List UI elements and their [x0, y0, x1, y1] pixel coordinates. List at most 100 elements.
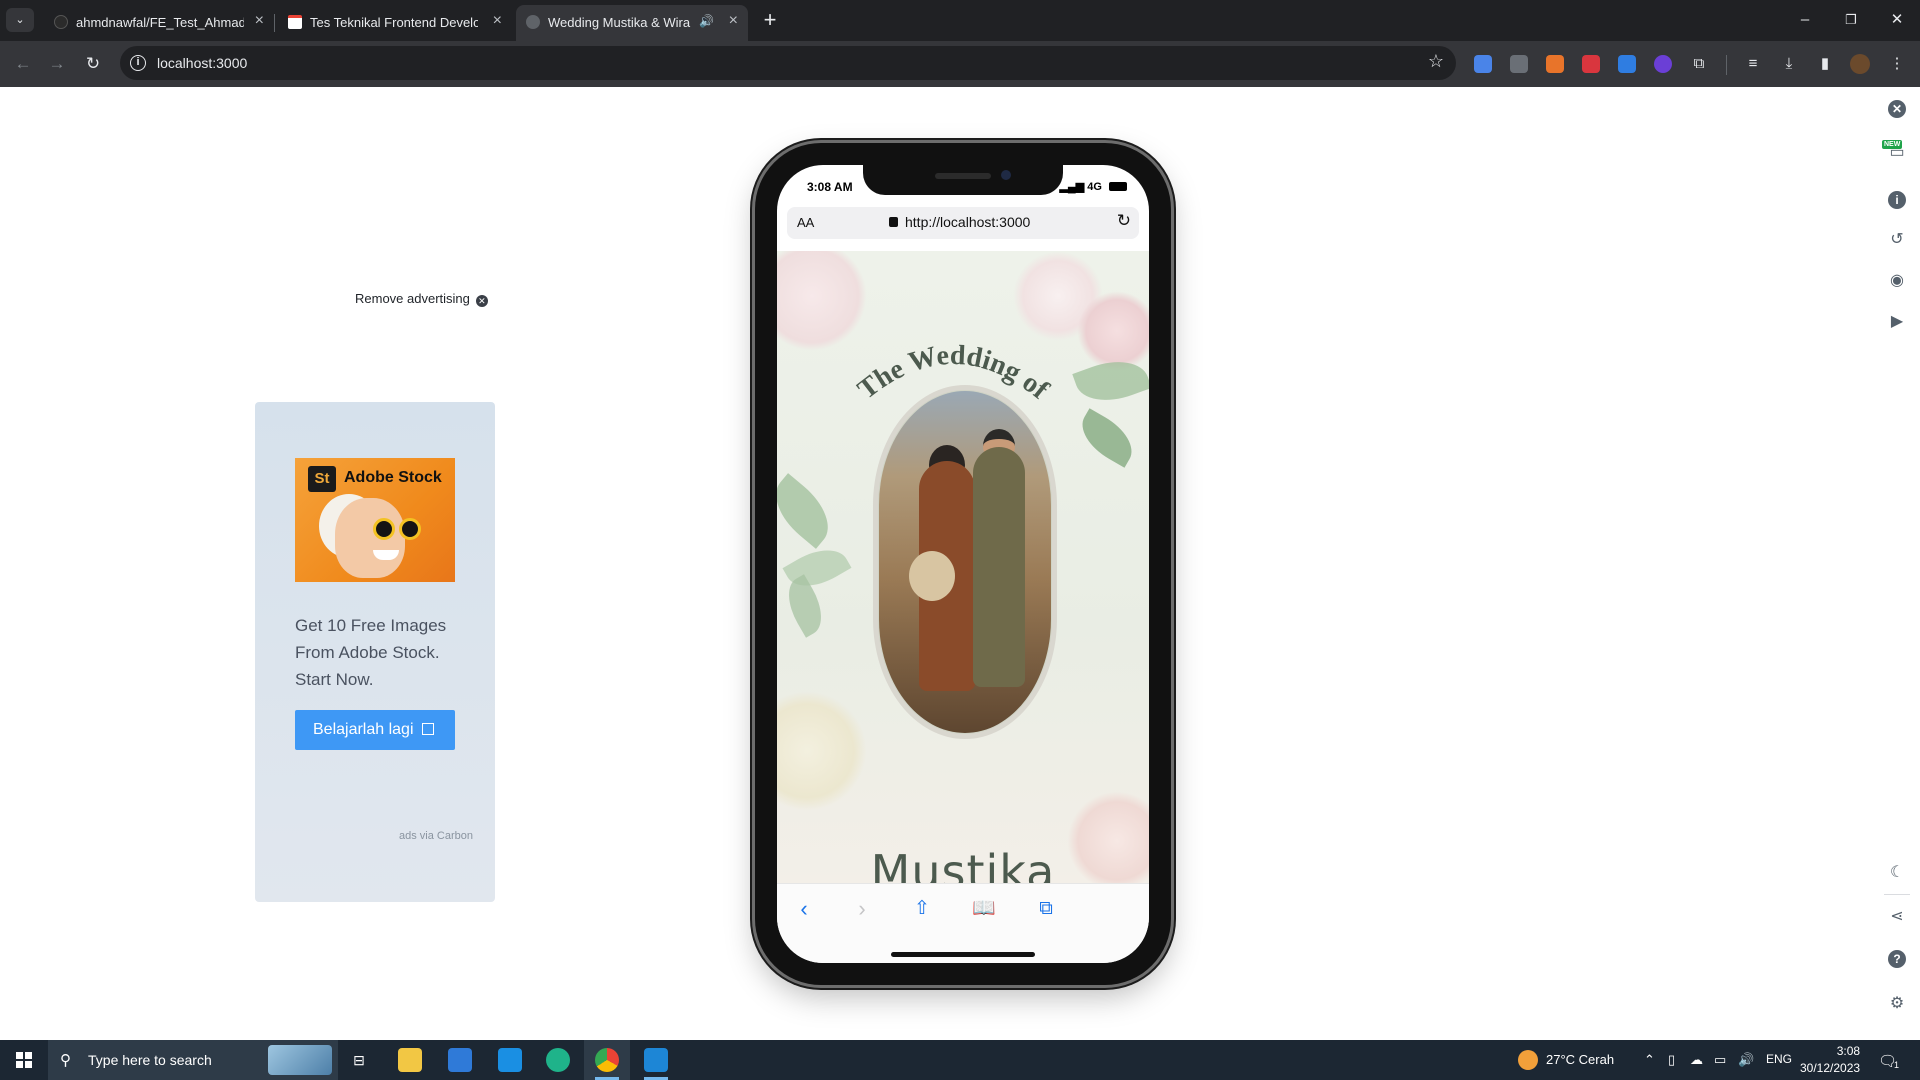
remove-advertising-label[interactable]: Remove advertising — [355, 291, 470, 306]
share-icon[interactable]: ⇧ — [907, 894, 937, 924]
video-record-icon[interactable]: ▶ — [1886, 311, 1908, 333]
flower-decoration — [777, 691, 867, 811]
ad-description[interactable]: Get 10 Free Images From Adobe Stock. Sta… — [295, 612, 465, 693]
page-viewport: Remove advertising ✕ St Adobe Stock Get 1… — [0, 87, 1920, 1040]
windows-start-icon[interactable] — [16, 1052, 32, 1068]
network-type: 4G — [1087, 181, 1102, 193]
usb-icon[interactable]: ▯ — [1668, 1052, 1675, 1068]
toolbar-separator — [1726, 55, 1727, 75]
home-indicator — [891, 952, 1035, 957]
reader-aa-button[interactable]: AA — [797, 215, 814, 230]
safari-reload-icon[interactable]: ↻ — [1117, 211, 1131, 231]
language-indicator[interactable]: ENG — [1766, 1052, 1792, 1066]
minimize-button[interactable]: – — [1782, 6, 1828, 34]
close-tab-icon[interactable]: × — [493, 12, 502, 30]
sunglasses-lens — [373, 518, 395, 540]
volume-icon[interactable]: 🔊 — [1738, 1052, 1754, 1068]
safari-back-icon[interactable]: ‹ — [789, 894, 819, 924]
browser-toolbar: ← → ↻ i localhost:3000 ☆ ⧉ ≡ ⤓ ▮ ⋮ — [0, 41, 1920, 87]
carbon-ad-card[interactable]: St Adobe Stock Get 10 Free Images From A… — [255, 402, 495, 902]
settings-gear-icon[interactable]: ⚙ — [1886, 993, 1908, 1015]
weather-text[interactable]: 27°C Cerah — [1546, 1052, 1614, 1067]
ad-cta-label[interactable]: Belajarlah lagi — [313, 721, 414, 738]
profile-avatar[interactable] — [1850, 54, 1870, 74]
taskbar-search-placeholder[interactable]: Type here to search — [88, 1052, 212, 1068]
site-info-icon[interactable]: i — [130, 55, 146, 71]
system-clock[interactable]: 3:08 30/12/2023 — [1800, 1043, 1860, 1077]
help-icon[interactable]: ? — [1888, 950, 1906, 968]
devices-icon[interactable]: ▭ — [1886, 142, 1908, 164]
reload-button[interactable]: ↻ — [80, 51, 106, 77]
tab-github[interactable]: ahmdnawfal/FE_Test_Ahmad-Na × — [44, 5, 275, 41]
external-link-icon — [421, 723, 434, 735]
close-tab-icon[interactable]: × — [729, 12, 738, 30]
share-icon[interactable]: ⋖ — [1886, 906, 1908, 928]
tab-gmail[interactable]: Tes Teknikal Frontend Develope × — [278, 5, 512, 41]
screenshot-camera-icon[interactable]: ◉ — [1886, 270, 1908, 292]
rotate-icon[interactable]: ↺ — [1886, 229, 1908, 251]
windows-taskbar: ⚲ Type here to search ⊟ 27°C Cerah ⌃ ▯ ☁… — [0, 1040, 1920, 1080]
extension-icon[interactable] — [1654, 55, 1672, 73]
dark-mode-moon-icon[interactable]: ☾ — [1886, 862, 1908, 884]
ad-attribution-link[interactable]: ads via Carbon — [399, 830, 473, 842]
responsive-viewer-side-panel: ✕ NEW ▭ i ↺ ◉ ▶ ☾ ⋖ ? ⚙ — [1874, 87, 1920, 1040]
search-highlight-image — [268, 1045, 332, 1075]
wedding-heading-text: The Wedding of — [852, 340, 1055, 406]
close-circle-icon[interactable]: ✕ — [475, 295, 488, 307]
extension-icon[interactable] — [1546, 55, 1564, 73]
media-control-icon[interactable]: ≡ — [1742, 53, 1764, 75]
address-bar[interactable]: i localhost:3000 ☆ — [120, 46, 1456, 80]
task-view-icon[interactable]: ⊟ — [347, 1048, 371, 1072]
tab-search-button[interactable]: ⌄ — [6, 8, 34, 32]
tab-title: ahmdnawfal/FE_Test_Ahmad-Na — [76, 15, 244, 30]
mail-icon[interactable] — [498, 1048, 522, 1072]
extensions-puzzle-icon[interactable]: ⧉ — [1688, 53, 1710, 75]
notification-count: 1 — [1894, 1060, 1900, 1070]
bookmark-star-icon[interactable]: ☆ — [1428, 51, 1444, 72]
clock-date: 30/12/2023 — [1800, 1061, 1861, 1075]
vscode-icon[interactable] — [644, 1048, 668, 1072]
taskbar-search-box[interactable]: ⚲ Type here to search — [48, 1040, 338, 1080]
speaker-icon[interactable]: 🔊 — [699, 14, 714, 28]
chrome-icon[interactable] — [595, 1048, 619, 1072]
network-icon[interactable]: ▭ — [1714, 1052, 1726, 1068]
side-panel-icon[interactable]: ▮ — [1814, 53, 1836, 75]
onedrive-icon[interactable]: ☁ — [1690, 1052, 1703, 1068]
signal-icon: ▂▄▆ — [1059, 181, 1085, 193]
tab-wedding-active[interactable]: Wedding Mustika & Wira 🔊 × — [516, 5, 748, 41]
remove-advertising-link[interactable]: Remove advertising ✕ — [355, 291, 488, 307]
file-explorer-icon[interactable] — [398, 1048, 422, 1072]
extension-icon[interactable] — [1582, 55, 1600, 73]
restore-button[interactable]: ❐ — [1828, 6, 1874, 34]
lock-icon — [889, 217, 898, 227]
safari-url[interactable]: http://localhost:3000 — [905, 214, 1030, 230]
close-panel-icon[interactable]: ✕ — [1888, 100, 1906, 118]
tray-chevron-icon[interactable]: ⌃ — [1644, 1052, 1655, 1068]
safari-forward-icon[interactable]: › — [847, 894, 877, 924]
translate-extension-icon[interactable] — [1474, 55, 1492, 73]
close-tab-icon[interactable]: × — [255, 12, 264, 30]
globe-icon — [526, 15, 540, 29]
tabs-icon[interactable]: ⧉ — [1031, 894, 1061, 924]
ad-image[interactable]: St Adobe Stock — [295, 458, 455, 582]
extension-icon[interactable] — [1510, 55, 1528, 73]
ad-cta-button[interactable]: Belajarlah lagi — [295, 710, 455, 750]
safari-address-bar[interactable]: AA http://localhost:3000 ↻ — [787, 207, 1139, 239]
ad-brand-name: Adobe Stock — [344, 469, 442, 486]
forward-button[interactable]: → — [44, 51, 70, 77]
extension-icon[interactable] — [1618, 55, 1636, 73]
bookmarks-icon[interactable]: 📖 — [969, 894, 999, 924]
new-tab-button[interactable]: + — [756, 6, 784, 34]
panel-separator — [1884, 894, 1910, 895]
bouquet — [909, 551, 955, 601]
chrome-menu-icon[interactable]: ⋮ — [1886, 53, 1908, 75]
close-window-button[interactable]: ✕ — [1874, 6, 1920, 34]
info-icon[interactable]: i — [1888, 191, 1906, 209]
microsoft-store-icon[interactable] — [448, 1048, 472, 1072]
download-icon[interactable]: ⤓ — [1778, 53, 1800, 75]
weather-icon[interactable] — [1518, 1050, 1538, 1070]
back-button[interactable]: ← — [10, 51, 36, 77]
tab-title: Wedding Mustika & Wira — [548, 15, 691, 30]
edge-icon[interactable] — [546, 1048, 570, 1072]
address-url[interactable]: localhost:3000 — [157, 55, 247, 71]
